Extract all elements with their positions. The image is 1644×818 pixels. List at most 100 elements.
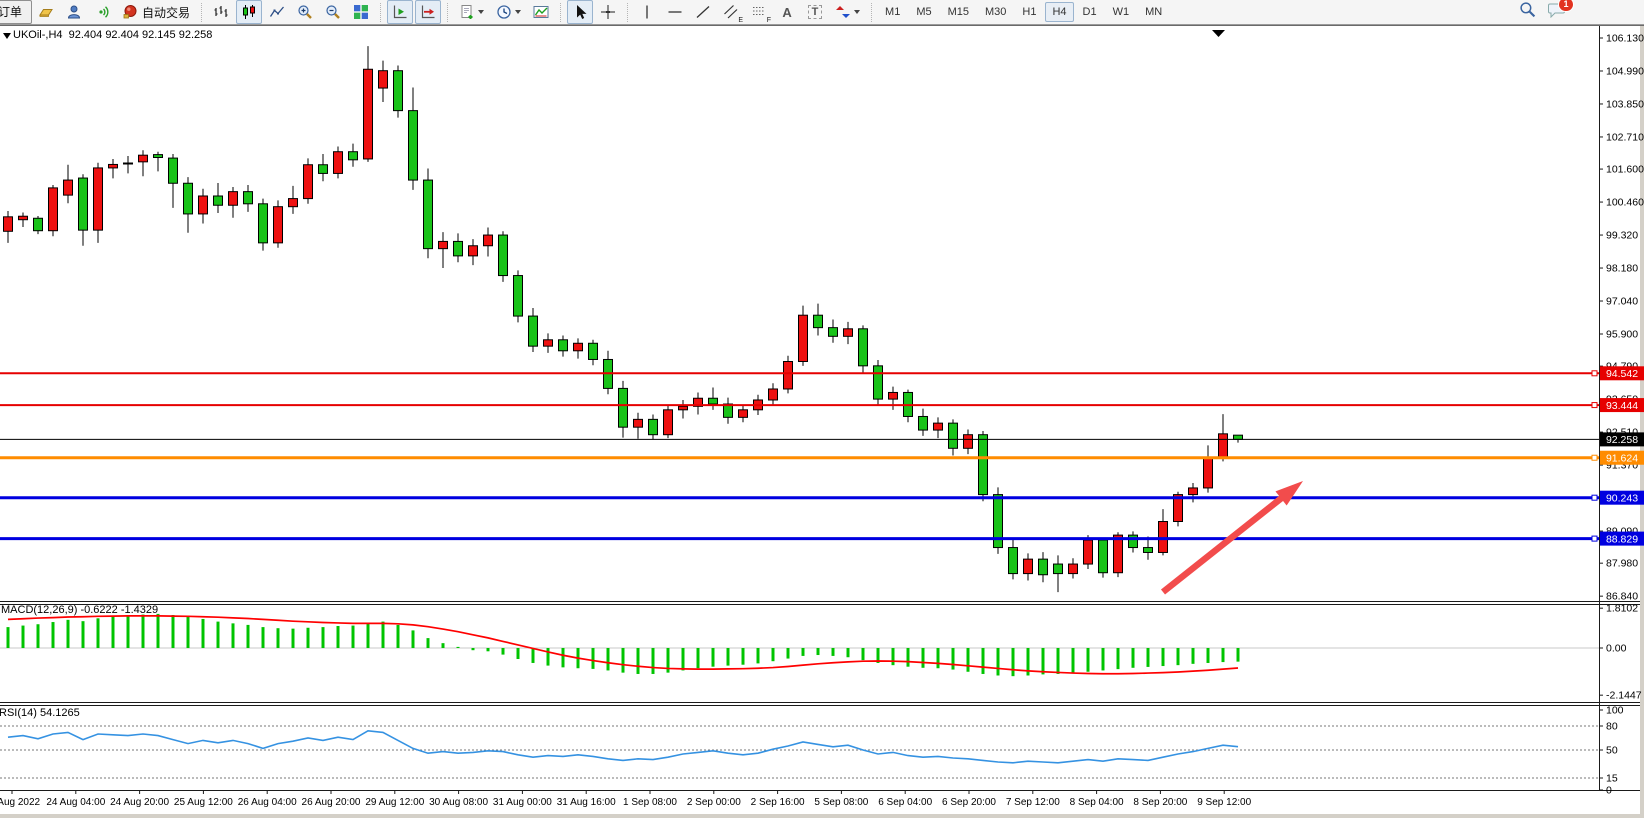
svg-text:1.8102: 1.8102 <box>1606 603 1638 615</box>
label-letter: T <box>808 5 823 19</box>
svg-text:103.850: 103.850 <box>1606 98 1644 110</box>
svg-text:9 Sep 12:00: 9 Sep 12:00 <box>1197 797 1251 808</box>
toolbar-separator <box>627 3 628 22</box>
candlestick-chart-icon[interactable] <box>236 0 262 24</box>
symbol-dropdown-icon[interactable] <box>3 33 11 39</box>
svg-text:1 Sep 08:00: 1 Sep 08:00 <box>623 797 677 808</box>
cursor-icon[interactable] <box>567 0 593 24</box>
svg-text:29 Aug 12:00: 29 Aug 12:00 <box>365 797 424 808</box>
horizontal-line-tool-icon[interactable] <box>662 0 688 24</box>
svg-text:94.542: 94.542 <box>1606 368 1638 380</box>
svg-text:15: 15 <box>1606 773 1618 785</box>
tile-windows-icon[interactable] <box>348 0 374 24</box>
window-bottom-edge <box>0 814 1644 818</box>
svg-text:6 Sep 20:00: 6 Sep 20:00 <box>942 797 996 808</box>
svg-text:2 Sep 16:00: 2 Sep 16:00 <box>751 797 805 808</box>
svg-text:24 Aug 20:00: 24 Aug 20:00 <box>110 797 169 808</box>
text-tool-icon[interactable]: A <box>774 0 800 24</box>
toolbar-right-group: 1 <box>1519 1 1566 23</box>
symbol-title: UKOil-,H4 92.404 92.404 92.145 92.258 <box>13 29 212 41</box>
svg-text:104.990: 104.990 <box>1606 65 1644 77</box>
profile-icon[interactable] <box>61 0 87 24</box>
svg-text:80: 80 <box>1606 721 1618 733</box>
shapes-tool-icon[interactable] <box>830 0 865 24</box>
tf-mn[interactable]: MN <box>1138 2 1169 22</box>
search-icon[interactable] <box>1519 1 1536 23</box>
svg-text:31 Aug 00:00: 31 Aug 00:00 <box>493 797 552 808</box>
chat-icon[interactable]: 1 <box>1548 2 1566 23</box>
toolbar: 订单 自动交易 <box>0 0 1644 25</box>
svg-text:2 Sep 00:00: 2 Sep 00:00 <box>687 797 741 808</box>
toolbar-separator <box>447 3 448 22</box>
svg-text:26 Aug 04:00: 26 Aug 04:00 <box>238 797 297 808</box>
chart-shift-icon[interactable] <box>415 0 441 24</box>
dropdown-caret <box>515 10 521 14</box>
toolbar-separator <box>871 3 872 22</box>
signal-icon[interactable] <box>89 0 115 24</box>
channel-letter: E <box>738 17 743 24</box>
crosshair-icon[interactable] <box>595 0 621 24</box>
notification-badge[interactable]: 1 <box>1558 0 1574 12</box>
tf-h1[interactable]: H1 <box>1015 2 1043 22</box>
zoom-out-icon[interactable] <box>320 0 346 24</box>
tf-m30[interactable]: M30 <box>978 2 1013 22</box>
channel-tool-icon[interactable]: E <box>718 0 744 24</box>
svg-text:31 Aug 16:00: 31 Aug 16:00 <box>557 797 616 808</box>
svg-text:99.320: 99.320 <box>1606 230 1638 242</box>
new-order-icon[interactable] <box>454 0 489 24</box>
vertical-line-tool-icon[interactable] <box>634 0 660 24</box>
svg-text:98.180: 98.180 <box>1606 263 1638 275</box>
rsi-indicator-label: RSI(14) 54.1265 <box>0 707 80 719</box>
svg-text:97.040: 97.040 <box>1606 296 1638 308</box>
trendline-tool-icon[interactable] <box>690 0 716 24</box>
svg-text:87.980: 87.980 <box>1606 558 1638 570</box>
zoom-in-icon[interactable] <box>292 0 318 24</box>
macd-indicator-label: MACD(12,26,9) -0.6222 -1.4329 <box>1 604 158 616</box>
text-letter: A <box>782 5 791 20</box>
line-chart-icon[interactable] <box>264 0 290 24</box>
fibonacci-letter: F <box>767 17 771 24</box>
svg-text:5 Sep 08:00: 5 Sep 08:00 <box>814 797 868 808</box>
svg-text:-2.1447: -2.1447 <box>1606 690 1642 702</box>
svg-text:7 Sep 12:00: 7 Sep 12:00 <box>1006 797 1060 808</box>
toolbar-separator <box>380 3 381 22</box>
tf-w1[interactable]: W1 <box>1106 2 1137 22</box>
svg-text:95.900: 95.900 <box>1606 329 1638 341</box>
svg-text:101.600: 101.600 <box>1606 164 1644 176</box>
svg-text:25 Aug 12:00: 25 Aug 12:00 <box>174 797 233 808</box>
svg-text:91.624: 91.624 <box>1606 453 1638 465</box>
tf-h4[interactable]: H4 <box>1045 2 1073 22</box>
period-clock-icon[interactable] <box>491 0 526 24</box>
auto-scroll-icon[interactable] <box>387 0 413 24</box>
toolbar-separator <box>560 3 561 22</box>
svg-text:50: 50 <box>1606 745 1618 757</box>
tf-m1[interactable]: M1 <box>878 2 907 22</box>
svg-text:86.840: 86.840 <box>1606 591 1638 603</box>
svg-text:0.00: 0.00 <box>1606 643 1627 655</box>
svg-text:6 Sep 04:00: 6 Sep 04:00 <box>878 797 932 808</box>
tf-m5[interactable]: M5 <box>909 2 938 22</box>
svg-text:100.460: 100.460 <box>1606 197 1644 209</box>
svg-text:88.829: 88.829 <box>1606 533 1638 545</box>
label-tool-icon[interactable]: T <box>802 0 828 24</box>
autotrade-button[interactable]: 自动交易 <box>116 3 196 22</box>
tf-d1[interactable]: D1 <box>1076 2 1104 22</box>
indicators-icon[interactable] <box>528 0 554 24</box>
bar-chart-icon[interactable] <box>208 0 234 24</box>
timeframe-group: M1M5M15M30H1H4D1W1MN <box>877 2 1170 22</box>
chart-canvas[interactable]: 106.130 104.990 103.850 102.710 101.600 100.4… <box>0 25 1644 818</box>
svg-text:8 Sep 20:00: 8 Sep 20:00 <box>1133 797 1187 808</box>
svg-text:100: 100 <box>1606 705 1624 717</box>
svg-text:102.710: 102.710 <box>1606 131 1644 143</box>
fibonacci-tool-icon[interactable]: F <box>746 0 772 24</box>
svg-text:106.130: 106.130 <box>1606 33 1644 45</box>
svg-text:24 Aug 04:00: 24 Aug 04:00 <box>46 797 105 808</box>
svg-text:93.444: 93.444 <box>1606 400 1638 412</box>
tf-m15[interactable]: M15 <box>941 2 976 22</box>
svg-text:0: 0 <box>1606 785 1612 797</box>
dropdown-caret <box>854 10 860 14</box>
autotrade-label: 自动交易 <box>142 4 190 21</box>
order-button[interactable]: 订单 <box>0 0 32 24</box>
svg-text:26 Aug 20:00: 26 Aug 20:00 <box>302 797 361 808</box>
gold-bar-icon[interactable] <box>33 0 59 24</box>
